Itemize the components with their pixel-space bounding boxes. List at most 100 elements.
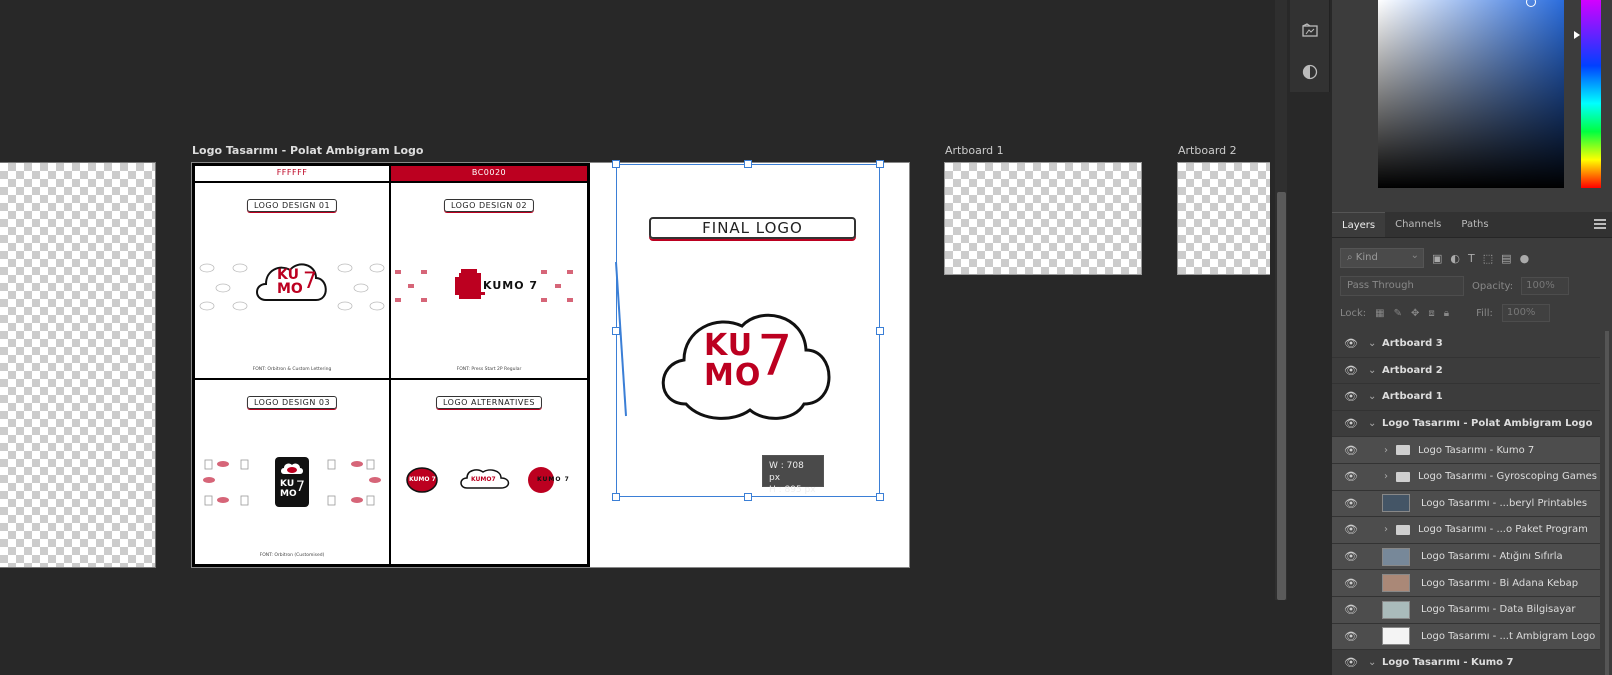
artboard-1[interactable] — [944, 162, 1142, 275]
panel-menu-icon[interactable] — [1594, 219, 1606, 229]
layer-row-artboard-2[interactable]: 👁︎ ⌄ Artboard 2 — [1332, 357, 1600, 385]
lock-position-icon[interactable]: ✥ — [1411, 308, 1419, 319]
visibility-eye-icon[interactable]: 👁︎ — [1344, 550, 1358, 563]
visibility-eye-icon[interactable]: 👁︎ — [1344, 656, 1358, 669]
lock-image-icon[interactable]: ✎ — [1394, 308, 1402, 319]
opacity-label: Opacity: — [1472, 280, 1514, 292]
layer-row-kumo-7-folder[interactable]: 👁︎ › Logo Tasarımı - Kumo 7 — [1332, 437, 1600, 464]
hue-slider-arrow[interactable] — [1574, 31, 1580, 39]
lock-all-icon[interactable]: 🔒︎ — [1444, 308, 1449, 319]
transform-handle-bottom[interactable] — [744, 493, 752, 501]
opacity-input[interactable]: 100% — [1521, 277, 1570, 295]
canvas-vertical-scrollbar[interactable] — [1275, 0, 1287, 600]
layer-row-artboard-1[interactable]: 👁︎ ⌄ Artboard 1 — [1332, 384, 1600, 411]
layers-scroll-thumb[interactable] — [1605, 331, 1609, 675]
filter-kind-select[interactable]: ⌕ Kind — [1340, 248, 1424, 268]
artboard-2[interactable] — [1177, 162, 1270, 275]
layer-row-artboard-3[interactable]: 👁︎ ⌄ Artboard 3 — [1332, 331, 1600, 358]
chevron-down-icon[interactable]: ⌄ — [1368, 418, 1376, 429]
transform-handle-top[interactable] — [744, 160, 752, 168]
lock-artboard-icon[interactable]: ⧈ — [1428, 308, 1434, 319]
filter-shape-icon[interactable]: ⬚ — [1483, 252, 1493, 265]
artboard-label-1[interactable]: Artboard 1 — [945, 144, 1004, 157]
hue-slider[interactable] — [1581, 0, 1601, 188]
chevron-right-icon[interactable]: › — [1384, 445, 1388, 456]
filter-smart-object-icon[interactable]: ▤ — [1501, 252, 1511, 265]
lock-transparent-icon[interactable]: ▦ — [1375, 308, 1384, 319]
layer-row-bi-adana-kebap[interactable]: 👁︎ Logo Tasarımı - Bi Adana Kebap — [1332, 570, 1600, 597]
artboard-label-main[interactable]: Logo Tasarımı - Polat Ambigram Logo — [192, 144, 424, 157]
layer-row-polat-ambigram-artboard[interactable]: 👁︎ ⌄ Logo Tasarımı - Polat Ambigram Logo — [1332, 410, 1600, 438]
artboard-partial-left[interactable] — [0, 162, 156, 568]
design-02-title: LOGO DESIGN 02 — [443, 199, 535, 212]
chevron-down-icon[interactable]: ⌄ — [1368, 365, 1376, 376]
tab-layers[interactable]: Layers — [1332, 212, 1386, 237]
filter-toggle-icon[interactable]: ● — [1520, 252, 1530, 265]
visibility-eye-icon[interactable]: 👁︎ — [1344, 630, 1358, 643]
tab-paths[interactable]: Paths — [1451, 212, 1498, 237]
transform-handle-bottom-left[interactable] — [612, 493, 620, 501]
chevron-down-icon[interactable]: ⌄ — [1368, 391, 1376, 402]
adjustments-icon[interactable] — [1290, 52, 1330, 92]
visibility-eye-icon[interactable]: 👁︎ — [1344, 364, 1358, 377]
cell-logo-alternatives: LOGO ALTERNATIVES KUMO 7 KUMO7 KUMO 7 — [391, 380, 587, 564]
layer-name: Logo Tasarımı - Data Bilgisayar — [1421, 604, 1576, 616]
color-picker-cursor[interactable] — [1526, 0, 1536, 7]
layers-list: 👁︎ ⌄ Artboard 3 👁︎ ⌄ Artboard 2 👁︎ ⌄ Artboard … — [1332, 331, 1600, 675]
document-canvas[interactable]: Logo Tasarımı - Polat Ambigram Logo Artb… — [0, 0, 1270, 675]
filter-pixel-icon[interactable]: ▣ — [1432, 252, 1442, 265]
design-03-logo-top: KU — [280, 479, 295, 489]
layer-row-ambigram-logo[interactable]: 👁︎ Logo Tasarımı - ...t Ambigram Logo — [1332, 623, 1600, 651]
cell-logo-design-01: LOGO DESIGN 01 KU MO 7 FONT: Orbitron & … — [195, 183, 389, 378]
layer-row-gyroscoping-folder[interactable]: 👁︎ › Logo Tasarımı - Gyroscoping Games — [1332, 463, 1600, 491]
chevron-down-icon[interactable]: ⌄ — [1368, 338, 1376, 349]
layer-row-data-bilgisayar[interactable]: 👁︎ Logo Tasarımı - Data Bilgisayar — [1332, 596, 1600, 624]
visibility-eye-icon[interactable]: 👁︎ — [1344, 577, 1358, 590]
visibility-eye-icon[interactable]: 👁︎ — [1344, 603, 1358, 616]
libraries-icon[interactable] — [1290, 10, 1330, 50]
layer-row-kumo-7-artboard[interactable]: 👁︎ ⌄ Logo Tasarımı - Kumo 7 — [1332, 650, 1600, 675]
layer-row-paket-program-folder[interactable]: 👁︎ › Logo Tasarımı - ...o Paket Program — [1332, 517, 1600, 544]
transform-handle-bottom-right[interactable] — [876, 493, 884, 501]
design-02-logo: KUMO 7 — [481, 279, 541, 292]
layer-name: Artboard 3 — [1382, 338, 1443, 350]
tab-channels[interactable]: Channels — [1385, 212, 1451, 237]
design-03-badge-cloud — [281, 463, 303, 474]
layer-name: Logo Tasarımı - ...t Ambigram Logo — [1421, 630, 1596, 642]
alternatives-title: LOGO ALTERNATIVES — [435, 396, 543, 409]
design-01-logo-seven: 7 — [303, 269, 317, 294]
guide-stroke — [615, 261, 627, 417]
transform-handle-right[interactable] — [876, 327, 884, 335]
layer-thumbnail — [1382, 494, 1410, 513]
blend-mode-select[interactable]: Pass Through — [1340, 276, 1464, 296]
layer-row-atigini-sifirla[interactable]: 👁︎ Logo Tasarımı - Atığını Sıfırla — [1332, 543, 1600, 571]
canvas-scroll-thumb[interactable] — [1277, 192, 1286, 600]
color-picker-field[interactable] — [1378, 0, 1564, 188]
visibility-eye-icon[interactable]: 👁︎ — [1344, 470, 1358, 483]
layer-row-printables[interactable]: 👁︎ Logo Tasarımı - ...beryl Printables — [1332, 490, 1600, 518]
visibility-eye-icon[interactable]: 👁︎ — [1344, 444, 1358, 457]
layer-thumbnail — [1382, 627, 1410, 646]
fill-input[interactable]: 100% — [1501, 304, 1550, 322]
chevron-right-icon[interactable]: › — [1384, 524, 1388, 535]
layer-filter-row: ⌕ Kind ▣ ◐ T ⬚ ▤ ● — [1340, 248, 1604, 268]
chevron-down-icon[interactable]: ⌄ — [1368, 657, 1376, 668]
transform-handle-top-right[interactable] — [876, 160, 884, 168]
transform-handle-top-left[interactable] — [612, 160, 620, 168]
chevron-right-icon[interactable]: › — [1384, 471, 1388, 482]
visibility-eye-icon[interactable]: 👁︎ — [1344, 497, 1358, 510]
layer-name: Logo Tasarımı - Polat Ambigram Logo — [1382, 418, 1593, 430]
layer-name: Logo Tasarımı - ...o Paket Program — [1418, 524, 1588, 536]
visibility-eye-icon[interactable]: 👁︎ — [1344, 390, 1358, 403]
filter-adjustment-icon[interactable]: ◐ — [1450, 252, 1460, 265]
swatch-red-label: BC0020 — [471, 168, 507, 177]
visibility-eye-icon[interactable]: 👁︎ — [1344, 337, 1358, 350]
artboard-label-2[interactable]: Artboard 2 — [1178, 144, 1237, 157]
visibility-eye-icon[interactable]: 👁︎ — [1344, 417, 1358, 430]
dimension-tooltip: W : 708 px H : 895 px — [762, 455, 824, 495]
layer-thumbnail — [1382, 547, 1410, 566]
layers-scrollbar[interactable] — [1602, 331, 1612, 675]
selection-bounding-box[interactable] — [616, 164, 880, 497]
visibility-eye-icon[interactable]: 👁︎ — [1344, 523, 1358, 536]
filter-type-icon[interactable]: T — [1468, 252, 1475, 265]
